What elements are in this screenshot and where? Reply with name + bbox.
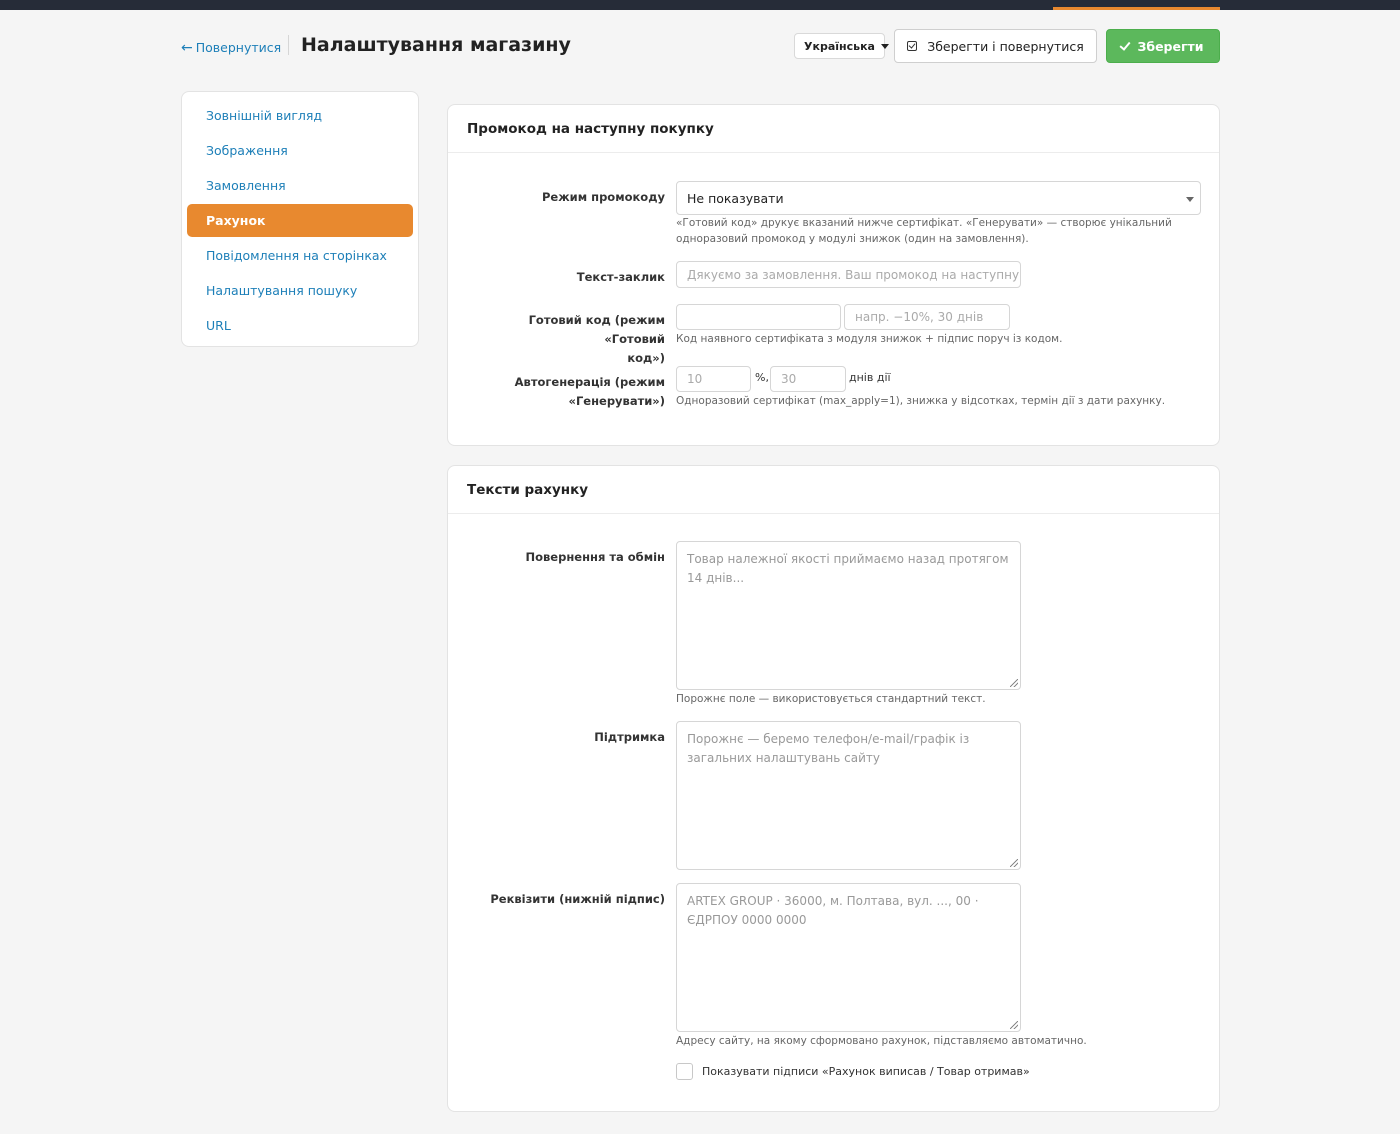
returns-help: Порожнє поле — використовується стандарт… bbox=[676, 693, 986, 705]
auto-generation-label: Автогенерація (режим «Генерувати») bbox=[475, 373, 665, 411]
active-tab-indicator bbox=[1053, 7, 1220, 10]
save-and-return-label: Зберегти і повернутися bbox=[927, 38, 1084, 54]
panel-title: Промокод на наступну покупку bbox=[448, 105, 1219, 153]
support-textarea[interactable]: Порожнє — беремо телефон/e-mail/графік і… bbox=[676, 721, 1021, 870]
returns-textarea[interactable]: Товар належної якості приймаємо назад пр… bbox=[676, 541, 1021, 690]
returns-placeholder: Товар належної якості приймаємо назад пр… bbox=[687, 552, 1009, 585]
invoice-texts-panel: Тексти рахунку Повернення та обмін Товар… bbox=[447, 465, 1220, 1112]
support-placeholder: Порожнє — беремо телефон/e-mail/графік і… bbox=[687, 732, 970, 765]
caret-down-icon bbox=[1186, 197, 1194, 202]
promo-code-panel: Промокод на наступну покупку Режим промо… bbox=[447, 104, 1220, 446]
sidebar-item-search-settings[interactable]: Налаштування пошуку bbox=[187, 273, 413, 308]
auto-generation-help: Одноразовий сертифікат (max_apply=1), зн… bbox=[676, 395, 1166, 407]
label-line: Автогенерація (режим bbox=[514, 375, 665, 389]
requisites-help: Адресу сайту, на якому сформовано рахуно… bbox=[676, 1035, 1087, 1047]
auto-percent-input[interactable]: 10 bbox=[676, 366, 751, 392]
requisites-label: Реквізити (нижній підпис) bbox=[490, 892, 665, 906]
language-select[interactable]: Українська bbox=[794, 33, 889, 59]
promo-mode-select[interactable]: Не показувати bbox=[676, 181, 1201, 215]
label-line: код») bbox=[627, 351, 665, 365]
sidebar-item-url[interactable]: URL bbox=[187, 308, 413, 343]
promo-mode-label: Режим промокоду bbox=[541, 190, 665, 204]
panel-title: Тексти рахунку bbox=[448, 466, 1219, 514]
save-and-return-button[interactable]: Зберегти і повернутися bbox=[894, 29, 1097, 63]
support-label: Підтримка bbox=[594, 730, 665, 744]
save-button[interactable]: Зберегти bbox=[1106, 29, 1220, 63]
sidebar-item-appearance[interactable]: Зовнішній вигляд bbox=[187, 98, 413, 133]
back-label: Повернутися bbox=[195, 40, 282, 55]
caret-down-icon bbox=[880, 43, 889, 49]
arrow-left-icon: ← bbox=[181, 39, 193, 56]
signatures-checkbox-row[interactable]: Показувати підписи «Рахунок виписав / То… bbox=[676, 1063, 1030, 1080]
auto-days-input[interactable]: 30 bbox=[770, 366, 846, 392]
label-line: «Генерувати») bbox=[568, 394, 665, 408]
resize-grip-icon[interactable] bbox=[1010, 859, 1018, 867]
promo-text-label: Текст-заклик bbox=[576, 270, 665, 284]
label-line: Готовий код (режим «Готовий bbox=[528, 313, 665, 346]
signatures-checkbox-label: Показувати підписи «Рахунок виписав / То… bbox=[702, 1065, 1030, 1078]
percent-unit: %, bbox=[755, 371, 769, 384]
requisites-textarea[interactable]: ARTEX GROUP · 36000, м. Полтава, вул. ..… bbox=[676, 883, 1021, 1032]
help-line: одноразовий промокод у модулі знижок (од… bbox=[676, 233, 1029, 245]
promo-mode-help: «Готовий код» друкує вказаний нижче серт… bbox=[676, 215, 1172, 247]
settings-sidebar: Зовнішній вигляд Зображення Замовлення Р… bbox=[181, 91, 419, 347]
sidebar-item-images[interactable]: Зображення bbox=[187, 133, 413, 168]
ready-code-note-input[interactable]: напр. −10%, 30 днів bbox=[844, 304, 1010, 330]
checkbox-check-icon bbox=[907, 41, 918, 51]
days-unit: днів дії bbox=[849, 371, 891, 384]
resize-grip-icon[interactable] bbox=[1010, 679, 1018, 687]
language-value: Українська bbox=[804, 39, 875, 53]
back-link[interactable]: ← Повернутися bbox=[181, 40, 281, 55]
check-icon bbox=[1119, 38, 1131, 51]
sidebar-item-invoice[interactable]: Рахунок bbox=[187, 204, 413, 237]
help-line: «Готовий код» друкує вказаний нижче серт… bbox=[676, 217, 1172, 229]
sidebar-item-orders[interactable]: Замовлення bbox=[187, 168, 413, 203]
sidebar-item-page-messages[interactable]: Повідомлення на сторінках bbox=[187, 238, 413, 273]
signatures-checkbox[interactable] bbox=[676, 1063, 693, 1080]
title-divider bbox=[288, 35, 289, 55]
page-title: Налаштування магазину bbox=[301, 34, 571, 56]
resize-grip-icon[interactable] bbox=[1010, 1021, 1018, 1029]
promo-mode-value: Не показувати bbox=[687, 190, 784, 206]
requisites-placeholder: ARTEX GROUP · 36000, м. Полтава, вул. ..… bbox=[687, 894, 979, 927]
promo-text-input[interactable]: Дякуємо за замовлення. Ваш промокод на н… bbox=[676, 261, 1021, 288]
ready-code-label: Готовий код (режим «Готовий код») bbox=[475, 311, 665, 368]
save-label: Зберегти bbox=[1137, 38, 1204, 54]
returns-label: Повернення та обмін bbox=[525, 550, 665, 564]
ready-code-input[interactable] bbox=[676, 304, 841, 330]
ready-code-help: Код наявного сертифіката з модуля знижок… bbox=[676, 333, 1063, 345]
